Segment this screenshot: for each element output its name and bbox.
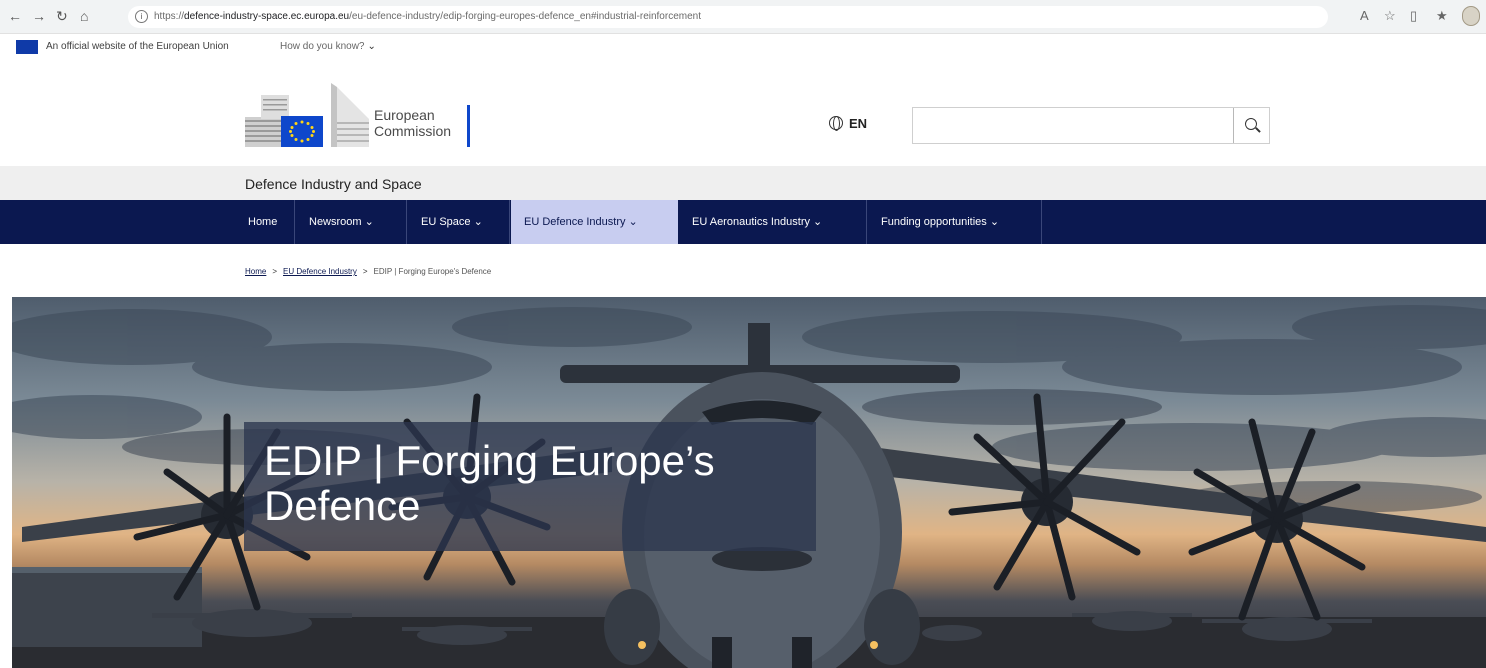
language-selector[interactable]: EN xyxy=(829,116,867,132)
chevron-down-icon: ⌄ xyxy=(367,41,376,52)
nav-item-eu-aeronautics-industry[interactable]: EU Aeronautics Industry ⌄ xyxy=(679,200,867,244)
logo-line-commission: Commission xyxy=(374,123,452,139)
profile-icon[interactable] xyxy=(1462,6,1480,26)
url-prefix: https:// xyxy=(154,11,185,22)
favorite-star-icon[interactable]: ☆ xyxy=(1384,8,1396,24)
site-name-bar: Defence Industry and Space xyxy=(0,166,1486,200)
browser-toolbar: ← → ↻ ⌂ i https://defence-industry-space… xyxy=(0,0,1486,34)
page-title: EDIP | Forging Europe’s Defence xyxy=(264,437,715,529)
european-commission-logo[interactable]: European Commission xyxy=(245,83,485,149)
breadcrumb-separator: > xyxy=(362,267,368,276)
forward-icon[interactable]: → xyxy=(32,8,46,24)
breadcrumb: Home > EU Defence Industry > EDIP | Forging … xyxy=(245,266,491,278)
breadcrumb-separator: > xyxy=(272,267,278,276)
url-path: /eu-defence-industry/edip-forging-europe… xyxy=(349,11,701,22)
nav-item-home[interactable]: Home xyxy=(235,200,295,244)
hero-banner: EDIP | Forging Europe’s Defence xyxy=(12,297,1486,668)
language-code: EN xyxy=(849,116,868,131)
ec-logo-graphic xyxy=(245,83,369,147)
logo-accent-bar xyxy=(467,105,470,147)
search-input[interactable] xyxy=(912,107,1270,144)
logo-text: European Commission xyxy=(374,107,451,139)
how-do-you-know-toggle[interactable]: How do you know? ⌄ xyxy=(280,40,376,53)
eu-official-banner: An official website of the European Unio… xyxy=(0,34,1486,58)
site-header: European Commission EN xyxy=(0,58,1486,166)
split-screen-icon[interactable]: ▯ xyxy=(1410,8,1417,24)
logo-line-european: European xyxy=(374,107,435,123)
home-icon[interactable]: ⌂ xyxy=(80,8,88,24)
address-bar[interactable]: i https://defence-industry-space.ec.euro… xyxy=(128,6,1328,28)
back-icon[interactable]: ← xyxy=(8,8,22,24)
site-info-icon[interactable]: i xyxy=(135,10,148,23)
globe-icon xyxy=(829,116,843,131)
eu-banner-text: An official website of the European Unio… xyxy=(46,41,229,52)
main-navigation: Home Newsroom ⌄ EU Space ⌄ EU Defence In… xyxy=(0,200,1486,244)
breadcrumb-current: EDIP | Forging Europe's Defence xyxy=(373,267,492,276)
nav-item-funding-opportunities[interactable]: Funding opportunities ⌄ xyxy=(868,200,1042,244)
nav-item-eu-space[interactable]: EU Space ⌄ xyxy=(408,200,510,244)
site-name[interactable]: Defence Industry and Space xyxy=(245,176,422,192)
nav-item-newsroom[interactable]: Newsroom ⌄ xyxy=(296,200,407,244)
url-domain: defence-industry-space.ec.europa.eu xyxy=(184,11,350,22)
search-button[interactable] xyxy=(1233,108,1269,143)
reload-icon[interactable]: ↻ xyxy=(56,8,68,24)
hero-title-box: EDIP | Forging Europe’s Defence xyxy=(244,422,816,551)
breadcrumb-home[interactable]: Home xyxy=(245,267,266,276)
nav-item-eu-defence-industry[interactable]: EU Defence Industry ⌄ xyxy=(511,200,678,244)
how-do-you-know-label: How do you know? xyxy=(280,41,365,52)
read-aloud-icon[interactable]: A xyxy=(1360,8,1369,24)
favorites-icon[interactable]: ★ xyxy=(1436,8,1448,24)
eu-flag-icon xyxy=(16,40,38,54)
breadcrumb-eu-defence-industry[interactable]: EU Defence Industry xyxy=(283,267,357,276)
